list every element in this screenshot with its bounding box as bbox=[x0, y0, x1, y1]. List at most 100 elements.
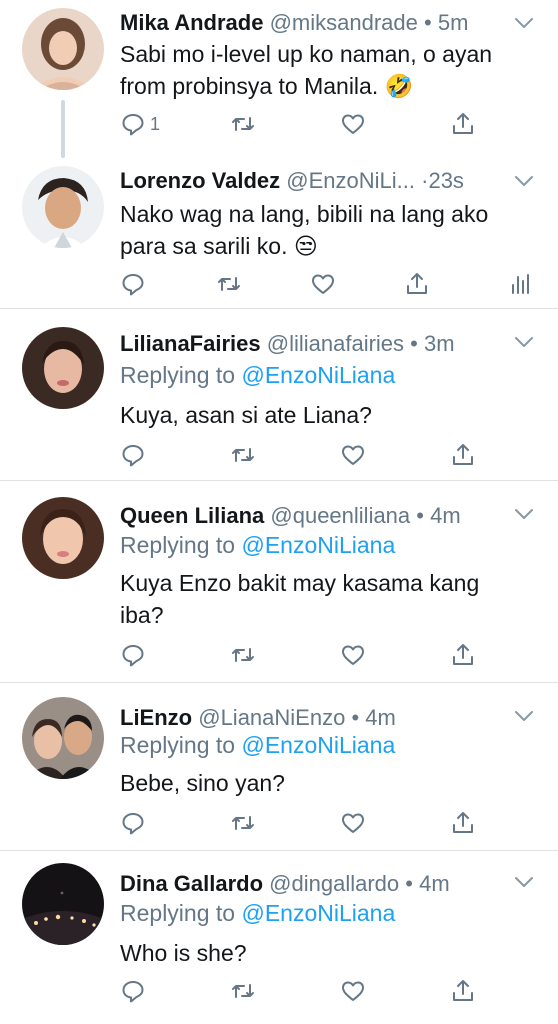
reply-count: 1 bbox=[150, 113, 161, 134]
share-icon bbox=[450, 978, 476, 1004]
share-button[interactable] bbox=[450, 809, 476, 837]
reply-icon bbox=[120, 442, 146, 468]
tweet[interactable]: LilianaFairies @lilianafairies • 3m Repl… bbox=[0, 309, 558, 479]
retweet-button[interactable] bbox=[216, 270, 242, 298]
tweet-text: Bebe, sino yan? bbox=[120, 770, 285, 796]
display-name[interactable]: Dina Gallardo bbox=[120, 871, 263, 896]
tweet-actions bbox=[120, 809, 500, 837]
share-button[interactable] bbox=[450, 977, 476, 1005]
timestamp[interactable]: 5m bbox=[438, 10, 469, 35]
chevron-down-icon[interactable] bbox=[514, 174, 534, 188]
tweet-text: Who is she? bbox=[120, 940, 247, 966]
mention-link[interactable]: @EnzoNiLiana bbox=[241, 532, 395, 558]
like-button[interactable] bbox=[340, 641, 366, 669]
tweet[interactable]: Mika Andrade @miksandrade • 5m Sabi mo i… bbox=[0, 0, 558, 158]
timestamp[interactable]: 4m bbox=[430, 503, 461, 528]
display-name[interactable]: LiEnzo bbox=[120, 705, 192, 730]
avatar[interactable] bbox=[22, 497, 104, 579]
like-button[interactable] bbox=[340, 441, 366, 469]
separator-dot: • bbox=[410, 331, 418, 356]
mention-link[interactable]: @EnzoNiLiana bbox=[241, 362, 395, 388]
retweet-button[interactable] bbox=[230, 977, 256, 1005]
display-name[interactable]: LilianaFairies bbox=[120, 331, 261, 356]
avatar[interactable] bbox=[22, 166, 104, 248]
tweet-actions: 1 bbox=[120, 110, 500, 138]
reply-button[interactable] bbox=[120, 441, 146, 469]
tweet-actions bbox=[120, 641, 500, 669]
replying-to-label: Replying to bbox=[120, 732, 242, 758]
share-button[interactable] bbox=[450, 110, 476, 138]
share-icon bbox=[450, 442, 476, 468]
mention-link[interactable]: @EnzoNiLiana bbox=[241, 900, 395, 926]
timestamp[interactable]: 4m bbox=[419, 871, 450, 896]
retweet-icon bbox=[230, 978, 256, 1004]
retweet-button[interactable] bbox=[230, 809, 256, 837]
chevron-down-icon[interactable] bbox=[514, 709, 534, 723]
replying-to-label: Replying to bbox=[120, 900, 242, 926]
timestamp[interactable]: 23s bbox=[428, 168, 463, 193]
user-handle[interactable]: @lilianafairies bbox=[267, 331, 404, 356]
like-button[interactable] bbox=[340, 977, 366, 1005]
tweet-header: Lorenzo Valdez @EnzoNiLi... ·23s bbox=[120, 168, 498, 194]
like-button[interactable] bbox=[340, 110, 366, 138]
replying-to: Replying to @EnzoNiLiana bbox=[120, 531, 395, 559]
share-button[interactable] bbox=[404, 270, 430, 298]
user-handle[interactable]: @LianaNiEnzo bbox=[198, 705, 345, 730]
display-name[interactable]: Mika Andrade bbox=[120, 10, 263, 35]
chevron-down-icon[interactable] bbox=[514, 507, 534, 521]
replying-to: Replying to @EnzoNiLiana bbox=[120, 899, 395, 927]
reply-icon bbox=[120, 642, 146, 668]
retweet-button[interactable] bbox=[230, 110, 256, 138]
tweet[interactable]: LiEnzo @LianaNiEnzo • 4m Replying to @En… bbox=[0, 683, 558, 849]
tweet-text: Nako wag na lang, bibili na lang ako par… bbox=[120, 201, 489, 259]
replying-to-label: Replying to bbox=[120, 362, 242, 388]
tweet-header: Dina Gallardo @dingallardo • 4m bbox=[120, 871, 498, 897]
retweet-icon bbox=[230, 442, 256, 468]
like-button[interactable] bbox=[310, 270, 336, 298]
heart-icon bbox=[340, 810, 366, 836]
mention-link[interactable]: @EnzoNiLiana bbox=[241, 732, 395, 758]
tweet-header: LiEnzo @LianaNiEnzo • 4m bbox=[120, 705, 498, 731]
reply-button[interactable] bbox=[120, 270, 146, 298]
reply-button[interactable] bbox=[120, 641, 146, 669]
share-button[interactable] bbox=[450, 641, 476, 669]
heart-icon bbox=[340, 111, 366, 137]
tweet-text: Sabi mo i-level up ko naman, o ayan from… bbox=[120, 41, 493, 99]
avatar[interactable] bbox=[22, 8, 104, 90]
retweet-button[interactable] bbox=[230, 441, 256, 469]
avatar[interactable] bbox=[22, 327, 104, 409]
replying-to: Replying to @EnzoNiLiana bbox=[120, 731, 395, 759]
avatar[interactable] bbox=[22, 863, 104, 945]
tweet[interactable]: Lorenzo Valdez @EnzoNiLi... ·23s Nako wa… bbox=[0, 158, 558, 308]
replying-to-label: Replying to bbox=[120, 532, 242, 558]
user-handle[interactable]: @dingallardo bbox=[269, 871, 399, 896]
timestamp[interactable]: 3m bbox=[424, 331, 455, 356]
reply-button[interactable] bbox=[120, 977, 146, 1005]
chevron-down-icon[interactable] bbox=[514, 875, 534, 889]
avatar[interactable] bbox=[22, 697, 104, 779]
chevron-down-icon[interactable] bbox=[514, 16, 534, 30]
user-handle[interactable]: @EnzoNiLi... bbox=[286, 168, 415, 193]
timestamp[interactable]: 4m bbox=[365, 705, 396, 730]
retweet-button[interactable] bbox=[230, 641, 256, 669]
display-name[interactable]: Queen Liliana bbox=[120, 503, 264, 528]
separator-dot: • bbox=[416, 503, 424, 528]
display-name[interactable]: Lorenzo Valdez bbox=[120, 168, 280, 193]
separator-dot: • bbox=[405, 871, 413, 896]
tweet[interactable]: Dina Gallardo @dingallardo • 4m Replying… bbox=[0, 851, 558, 1024]
share-button[interactable] bbox=[450, 441, 476, 469]
retweet-icon bbox=[216, 271, 242, 297]
analytics-button[interactable] bbox=[508, 270, 534, 298]
separator-dot: • bbox=[424, 10, 432, 35]
chevron-down-icon[interactable] bbox=[514, 335, 534, 349]
tweet-actions bbox=[120, 977, 500, 1005]
reply-icon bbox=[120, 810, 146, 836]
separator-dot: • bbox=[351, 705, 360, 730]
share-icon bbox=[450, 642, 476, 668]
tweet[interactable]: Queen Liliana @queenliliana • 4m Replyin… bbox=[0, 481, 558, 681]
user-handle[interactable]: @miksandrade bbox=[270, 10, 418, 35]
user-handle[interactable]: @queenliliana bbox=[270, 503, 410, 528]
like-button[interactable] bbox=[340, 809, 366, 837]
reply-button[interactable]: 1 bbox=[120, 110, 160, 138]
reply-button[interactable] bbox=[120, 809, 146, 837]
